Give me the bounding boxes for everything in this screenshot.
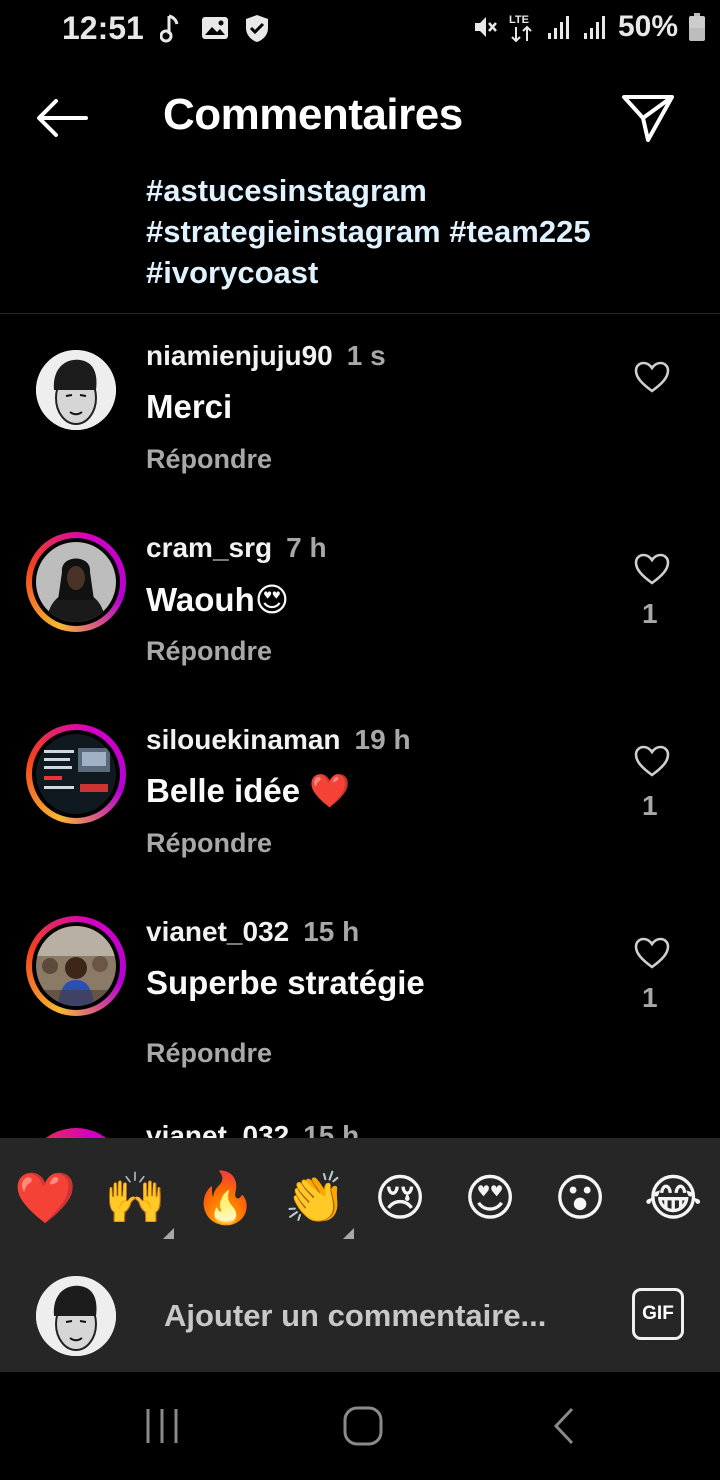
emoji-heart-eyes[interactable]: 😍 [464,1168,516,1228]
username-text[interactable]: vianet_032 [146,916,289,947]
heart-icon[interactable] [633,360,671,394]
heart-icon[interactable] [633,936,671,970]
comment-time: 19 h [354,724,411,755]
emoji-heart[interactable]: ❤️ [14,1168,76,1228]
caption-line[interactable]: #astucesinstagram [146,170,706,211]
comment-item: cram_srg 7 h Waouh😍 Répondre 1 [0,522,720,712]
emoji-clapping[interactable]: 👏 [284,1168,346,1228]
like-count: 1 [642,982,658,1013]
heart-icon[interactable] [633,744,671,778]
battery-icon [689,13,705,41]
username-text[interactable]: cram_srg [146,532,272,563]
comment-item: vianet_032 15 h [0,1118,720,1138]
reply-button[interactable]: Répondre [146,828,272,859]
emoji-crying[interactable]: 😢 [374,1168,426,1228]
post-caption: #astucesinstagram #strategieinstagram #t… [146,170,706,293]
signal-icon-2 [583,16,605,39]
send-icon[interactable] [618,90,678,146]
comment-item: niamienjuju90 1 s Merci Répondre [0,330,720,520]
like-count: 1 [642,790,658,821]
emoji-raised-hands[interactable]: 🙌 [104,1168,166,1228]
emoji-surprised[interactable]: 😮 [554,1168,606,1228]
skin-tone-indicator-icon[interactable] [343,1228,354,1239]
emoji-fire[interactable]: 🔥 [194,1168,256,1228]
caption-line[interactable]: #strategieinstagram #team225 [146,211,706,252]
battery-percentage: 50% [617,10,678,43]
comment-username[interactable]: vianet_032 15 h [146,916,359,948]
music-note-icon [160,14,179,43]
avatar-story-ring[interactable] [26,724,126,824]
status-bar: 12:51 LTE 50% [0,0,720,56]
comment-time: 15 h [303,1120,360,1138]
username-text[interactable]: niamienjuju90 [146,340,333,371]
comment-time: 15 h [303,916,360,947]
shield-icon [246,15,268,42]
reply-button[interactable]: Répondre [146,1038,272,1069]
gallery-icon [202,17,228,39]
reply-button[interactable]: Répondre [146,444,272,475]
heart-icon[interactable] [633,552,671,586]
comment-time: 1 s [346,340,386,371]
avatar [36,734,116,814]
lte-icon: LTE [509,14,532,43]
status-right: LTE 50% [472,10,706,44]
comment-item: vianet_032 15 h Superbe stratégie Répondr… [0,906,720,1096]
avatar [36,1276,116,1356]
home-icon[interactable] [341,1406,385,1446]
comment-input[interactable] [162,1290,606,1342]
recent-apps-icon[interactable] [142,1406,182,1446]
username-text[interactable]: silouekinaman [146,724,341,755]
system-nav-bar [0,1372,720,1480]
divider [0,313,720,314]
status-notification-icons [160,12,270,44]
avatar-story-ring[interactable] [26,916,126,1016]
status-time: 12:51 [62,10,144,46]
comment-username[interactable]: silouekinaman 19 h [146,724,411,756]
avatar [36,926,116,1006]
comment-text: Superbe stratégie [146,964,425,1001]
comment-text: Merci [146,388,233,425]
signal-icon [547,16,569,39]
comment-username[interactable]: niamienjuju90 1 s [146,340,386,372]
comment-composer: GIF [0,1260,720,1372]
back-arrow-icon[interactable] [30,92,96,144]
emoji-laughing[interactable]: 😂 [644,1168,702,1228]
like-count: 1 [642,598,658,629]
comment-username[interactable]: cram_srg 7 h [146,532,327,564]
comment-username[interactable]: vianet_032 15 h [146,1120,359,1138]
gif-button[interactable]: GIF [632,1288,684,1340]
username-text[interactable]: vianet_032 [146,1120,289,1138]
caption-line[interactable]: #ivorycoast [146,252,706,293]
comment-item: silouekinaman 19 h Belle idée ❤️ Répondre… [0,714,720,904]
svg-text:LTE: LTE [509,14,529,26]
avatar [36,542,116,622]
comment-text: Belle idée ❤️ [146,772,351,809]
avatar[interactable] [36,350,116,430]
header: Commentaires [0,70,720,166]
mute-icon [474,17,497,37]
comment-text: Waouh😍 [146,581,290,618]
avatar-story-ring[interactable] [26,532,126,632]
nav-back-icon[interactable] [548,1406,578,1446]
reply-button[interactable]: Répondre [146,636,272,667]
skin-tone-indicator-icon[interactable] [163,1228,174,1239]
page-title: Commentaires [163,90,463,139]
emoji-bar: ❤️ 🙌 🔥 👏 😢 😍 😮 😂 [0,1138,720,1260]
avatar-story-ring[interactable] [26,1128,126,1138]
comment-time: 7 h [286,532,327,563]
